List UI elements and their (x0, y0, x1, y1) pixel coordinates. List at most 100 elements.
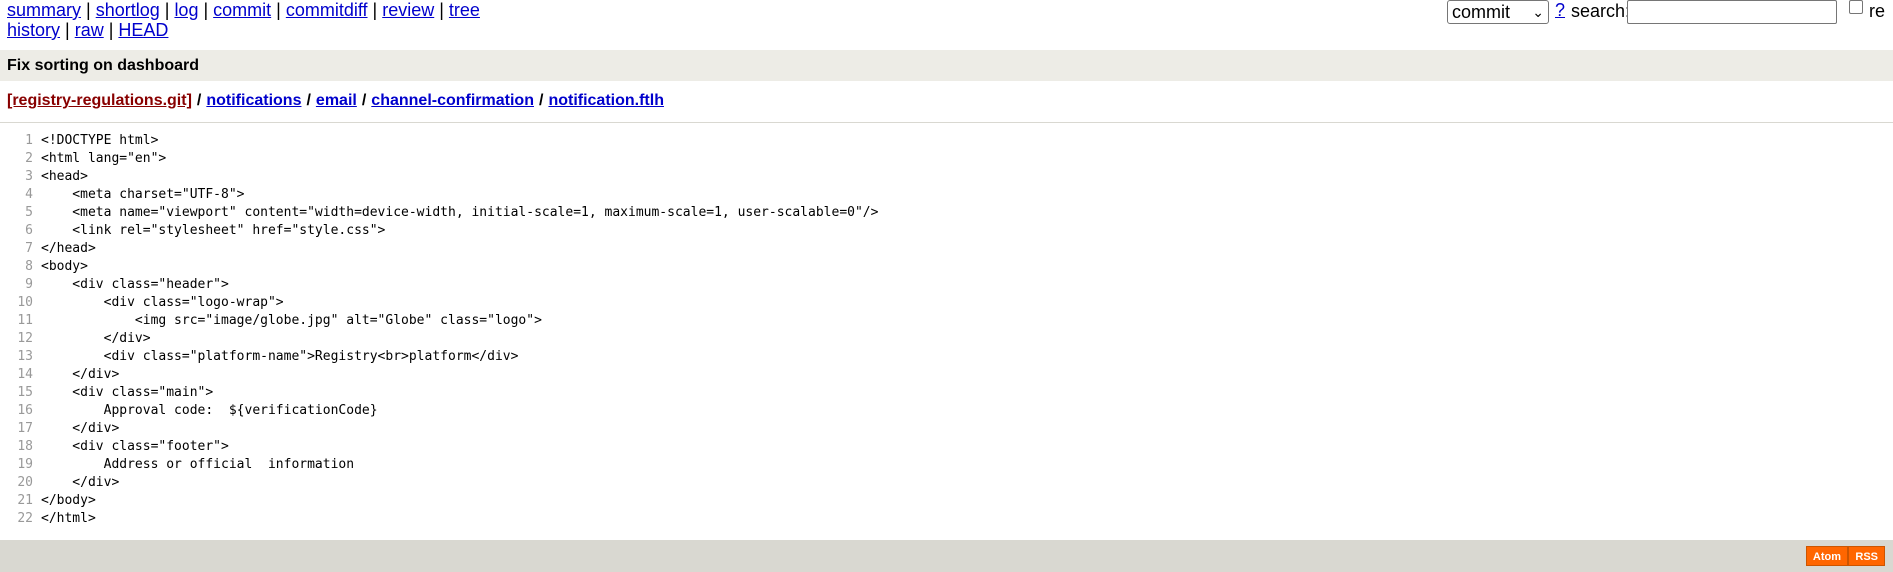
code-text: </div> (41, 475, 120, 490)
path-separator: / (306, 92, 311, 109)
code-text: <body> (41, 259, 88, 274)
atom-feed-button[interactable]: Atom (1805, 546, 1848, 566)
code-text: <meta name="viewport" content="width=dev… (41, 205, 879, 220)
code-text: Approval code: ${verificationCode} (41, 403, 378, 418)
line-number-link[interactable]: 21 (0, 492, 41, 510)
search-form: commit ⌄ ? search: re (1447, 0, 1893, 26)
code-line: 2 <html lang="en"> (0, 150, 1893, 168)
line-number-link[interactable]: 6 (0, 222, 41, 240)
search-type-value: commit (1452, 2, 1510, 22)
code-line: 3 <head> (0, 168, 1893, 186)
code-line: 1 <!DOCTYPE html> (0, 132, 1893, 150)
code-line: 12 </div> (0, 330, 1893, 348)
line-number-link[interactable]: 5 (0, 204, 41, 222)
code-text: <html lang="en"> (41, 151, 167, 166)
code-text: </head> (41, 241, 96, 256)
code-text: <link rel="stylesheet" href="style.css"> (41, 223, 386, 238)
search-help-link[interactable]: ? (1555, 0, 1565, 21)
nav-summary-link[interactable]: summary (7, 0, 81, 20)
code-line: 13 <div class="platform-name">Registry<b… (0, 348, 1893, 366)
code-text: <div class="logo-wrap"> (41, 295, 284, 310)
code-line: 18 <div class="footer"> (0, 438, 1893, 456)
regex-label: re (1869, 1, 1886, 21)
code-text: <img src="image/globe.jpg" alt="Globe" c… (41, 313, 542, 328)
line-number-link[interactable]: 18 (0, 438, 41, 456)
line-number-link[interactable]: 19 (0, 456, 41, 474)
page-nav: summary | shortlog | log | commit | commitdiff | r… (7, 0, 480, 40)
nav-review-link[interactable]: review (382, 0, 434, 20)
line-number-link[interactable]: 12 (0, 330, 41, 348)
code-line: 22 </html> (0, 510, 1893, 528)
code-text: Address or official information (41, 457, 355, 472)
line-number-link[interactable]: 20 (0, 474, 41, 492)
path-separator: / (361, 92, 367, 109)
search-label: search: (1571, 1, 1631, 21)
code-line: 21 </body> (0, 492, 1893, 510)
line-number-link[interactable]: 1 (0, 132, 41, 150)
line-number-link[interactable]: 14 (0, 366, 41, 384)
line-number-link[interactable]: 11 (0, 312, 41, 330)
nav-separator: | (203, 0, 209, 20)
line-number-link[interactable]: 4 (0, 186, 41, 204)
code-text: </div> (41, 421, 120, 436)
page-footer: Atom RSS (0, 540, 1893, 572)
nav-separator: | (65, 20, 70, 40)
code-line: 19 Address or official information (0, 456, 1893, 474)
line-number-link[interactable]: 8 (0, 258, 41, 276)
line-number-link[interactable]: 13 (0, 348, 41, 366)
nav-commit-link[interactable]: commit (213, 0, 271, 20)
code-line: 17 </div> (0, 420, 1893, 438)
line-number-link[interactable]: 15 (0, 384, 41, 402)
code-line: 15 <div class="main"> (0, 384, 1893, 402)
code-text: <div class="main"> (41, 385, 214, 400)
line-number-link[interactable]: 16 (0, 402, 41, 420)
nav-log-link[interactable]: log (174, 0, 198, 20)
commit-title-bar[interactable]: Fix sorting on dashboard (0, 50, 1893, 81)
path-separator: / (538, 92, 544, 109)
nav-row-secondary: history | raw | HEAD (7, 20, 480, 40)
code-line: 8 <body> (0, 258, 1893, 276)
nav-separator: | (108, 20, 114, 40)
regex-checkbox[interactable] (1849, 0, 1863, 14)
code-text: <head> (41, 169, 88, 184)
code-line: 10 <div class="logo-wrap"> (0, 294, 1893, 312)
line-number-link[interactable]: 10 (0, 294, 41, 312)
search-type-select[interactable]: commit ⌄ (1447, 0, 1549, 24)
code-text: <div class="platform-name">Registry<br>p… (41, 349, 519, 364)
code-line: 5 <meta name="viewport" content="width=d… (0, 204, 1893, 222)
breadcrumb-email-link[interactable]: email (316, 92, 357, 109)
nav-commitdiff-link[interactable]: commitdiff (286, 0, 368, 20)
nav-shortlog-link[interactable]: shortlog (96, 0, 160, 20)
code-line: 20 </div> (0, 474, 1893, 492)
line-number-link[interactable]: 9 (0, 276, 41, 294)
header-divider (0, 122, 1893, 123)
line-number-link[interactable]: 22 (0, 510, 41, 528)
code-line: 9 <div class="header"> (0, 276, 1893, 294)
line-number-link[interactable]: 7 (0, 240, 41, 258)
code-text: </div> (41, 367, 120, 382)
commit-title: Fix sorting on dashboard (7, 57, 200, 74)
breadcrumb-channel-confirmation-link[interactable]: channel-confirmation (371, 92, 534, 109)
breadcrumb-repo-link[interactable]: [registry-regulations.git] (7, 92, 192, 109)
nav-separator: | (164, 0, 170, 20)
code-text: <div class="footer"> (41, 439, 229, 454)
nav-raw-link[interactable]: raw (75, 20, 104, 40)
nav-separator: | (86, 0, 91, 20)
breadcrumb-notifications-link[interactable]: notifications (206, 92, 301, 109)
code-text: </html> (41, 511, 96, 526)
code-line: 16 Approval code: ${verificationCode} (0, 402, 1893, 420)
line-number-link[interactable]: 17 (0, 420, 41, 438)
line-number-link[interactable]: 2 (0, 150, 41, 168)
nav-separator: | (372, 0, 378, 20)
code-text: <!DOCTYPE html> (41, 133, 159, 148)
nav-head-link[interactable]: HEAD (118, 20, 168, 40)
nav-separator: | (276, 0, 281, 20)
line-number-link[interactable]: 3 (0, 168, 41, 186)
code-text: </div> (41, 331, 151, 346)
breadcrumb-file-link[interactable]: notification.ftlh (548, 92, 664, 109)
rss-feed-button[interactable]: RSS (1848, 546, 1885, 566)
nav-history-link[interactable]: history (7, 20, 60, 40)
chevron-down-icon: ⌄ (1532, 4, 1544, 20)
search-input[interactable] (1627, 0, 1837, 24)
nav-tree-link[interactable]: tree (449, 0, 480, 20)
